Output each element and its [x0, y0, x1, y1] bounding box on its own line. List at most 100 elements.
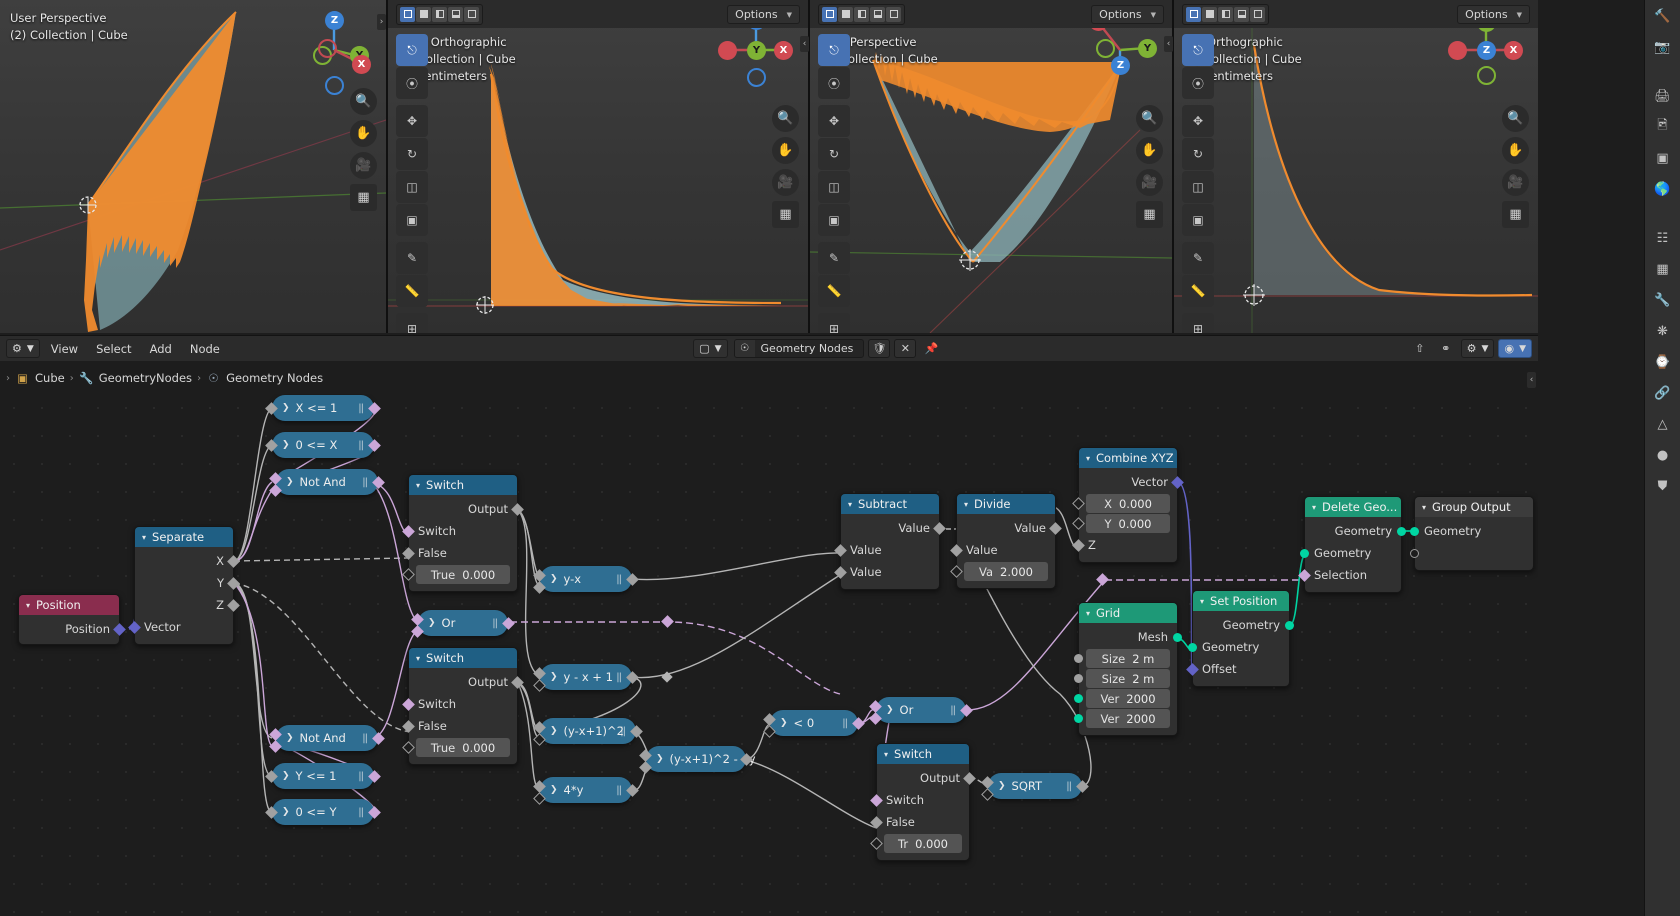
- socket-selection-in[interactable]: [1298, 569, 1311, 582]
- gizmo-axis-x[interactable]: X: [352, 55, 371, 74]
- pin-button[interactable]: 📌: [920, 339, 942, 358]
- grid-toggle-icon[interactable]: ▦: [350, 184, 377, 211]
- socket-geometry-out[interactable]: [1397, 527, 1406, 536]
- socket-out[interactable]: [626, 573, 639, 586]
- snap-magnet-button[interactable]: ⚭: [1435, 339, 1457, 358]
- edge-select-button[interactable]: [432, 6, 447, 22]
- object-mode-button[interactable]: [822, 6, 837, 22]
- material-icon[interactable]: ●: [1651, 444, 1675, 466]
- socket-verts-x-in[interactable]: [1074, 694, 1083, 703]
- cursor-tool[interactable]: ⦿: [818, 67, 850, 99]
- fake-user-shield-button[interactable]: 🛡: [868, 339, 891, 358]
- particles-icon[interactable]: ❋: [1651, 320, 1675, 342]
- socket-mesh-out[interactable]: [1173, 633, 1182, 642]
- node-subtract-header[interactable]: ▾ Subtract: [841, 494, 939, 514]
- gizmo-axis-z-neg[interactable]: [325, 76, 344, 95]
- socket-x-in[interactable]: [1072, 497, 1085, 510]
- socket-in-a[interactable]: [533, 667, 546, 680]
- socket-output[interactable]: [511, 503, 524, 516]
- pill-y-x-plus-1[interactable]: ❯ y - x + 1 ||: [533, 664, 639, 692]
- socket-in-b[interactable]: [269, 484, 282, 497]
- world-icon[interactable]: 🌎: [1651, 178, 1675, 200]
- transform-tool[interactable]: ▣: [396, 204, 428, 236]
- node-delete-geometry-header[interactable]: ▾ Delete Geo...: [1305, 497, 1401, 517]
- move-tool[interactable]: ✥: [1182, 105, 1214, 137]
- pill-0-le-y[interactable]: ❯ 0 <= Y ||: [265, 799, 381, 825]
- gizmo-axis-x[interactable]: X: [1504, 41, 1523, 60]
- socket-out[interactable]: [368, 770, 381, 783]
- socket-out[interactable]: [1076, 780, 1089, 793]
- socket-out[interactable]: [368, 402, 381, 415]
- viewport-4-toolbar[interactable]: ⎋ ⦿ ✥ ↻ ◫ ▣ ✎ 📏 ⊞: [1182, 34, 1214, 333]
- tool-icon[interactable]: 🔨: [1651, 5, 1675, 27]
- socket-out[interactable]: [372, 476, 385, 489]
- node-grid-size-x-field[interactable]: Size 2 m: [1074, 649, 1170, 668]
- socket-virtual-in[interactable]: [1410, 549, 1419, 558]
- pill-0-le-x[interactable]: ❯ 0 <= X ||: [265, 432, 381, 458]
- socket-in-b[interactable]: [533, 733, 546, 746]
- pan-hand-icon[interactable]: ✋: [772, 137, 799, 164]
- node-editor-canvas[interactable]: ❯ X <= 1 || ❯ 0 <= X || ❯ Not And || ❯ N…: [0, 394, 1538, 916]
- transform-tool[interactable]: ▣: [1182, 204, 1214, 236]
- socket-in-b[interactable]: [639, 761, 652, 774]
- cursor-tool[interactable]: ⦿: [1182, 67, 1214, 99]
- node-delete-geometry[interactable]: ▾ Delete Geo... Geometry Geometry Select…: [1298, 496, 1406, 593]
- zoom-icon[interactable]: 🔍: [1502, 105, 1529, 132]
- socket-geometry-in[interactable]: [1188, 643, 1197, 652]
- socket-true-in[interactable]: [870, 837, 883, 850]
- socket-in-b[interactable]: [981, 788, 994, 801]
- socket-out[interactable]: [630, 725, 643, 738]
- node-editor-sidebar-arrow[interactable]: ‹: [1527, 372, 1536, 388]
- viewport-4[interactable]: Options ▼ Top Orthographic (2) Collectio…: [1174, 0, 1538, 333]
- extra-select-button[interactable]: [464, 6, 479, 22]
- pan-hand-icon[interactable]: ✋: [1502, 137, 1529, 164]
- socket-out[interactable]: [372, 732, 385, 745]
- socket-output[interactable]: [963, 772, 976, 785]
- pill-not-and-2[interactable]: ❯ Not And ||: [269, 725, 385, 753]
- move-tool[interactable]: ✥: [396, 105, 428, 137]
- socket-vector-out[interactable]: [1171, 476, 1184, 489]
- node-switch-3-true-field[interactable]: Tr 0.000: [870, 834, 962, 853]
- gizmo-axis-y[interactable]: Y: [747, 41, 766, 60]
- pan-hand-icon[interactable]: ✋: [350, 120, 377, 147]
- view-layer-icon[interactable]: 🖻: [1651, 116, 1675, 138]
- gizmo-axis-x-neg[interactable]: [318, 39, 337, 58]
- pill-or-1[interactable]: ❯ Or ||: [411, 610, 515, 638]
- editor-type-selector[interactable]: ⚙ ▼: [6, 339, 40, 358]
- socket-out[interactable]: [368, 806, 381, 819]
- node-grid-verts-y-field[interactable]: Ver 2000: [1074, 709, 1170, 728]
- socket-geometry-in[interactable]: [1300, 549, 1309, 558]
- vertex-select-button[interactable]: [416, 6, 431, 22]
- node-tree-datablock[interactable]: ☉ Geometry Nodes: [733, 339, 865, 358]
- node-editor-header[interactable]: ⚙ ▼ View Select Add Node ▢ ▼ ☉ Geometry …: [0, 335, 1538, 361]
- socket-in-a[interactable]: [269, 728, 282, 741]
- extra-select-button[interactable]: [886, 6, 901, 22]
- node-combine-x-field[interactable]: X 0.000: [1072, 494, 1170, 513]
- socket-in-b[interactable]: [533, 792, 546, 805]
- pill-y-minus-x[interactable]: ❯ y-x ||: [533, 566, 639, 594]
- node-switch-3[interactable]: ▾ Switch Output Switch False Tr 0.000: [870, 743, 976, 861]
- printer-output-icon[interactable]: 🖨: [1651, 85, 1675, 107]
- socket-size-x-in[interactable]: [1074, 654, 1083, 663]
- properties-icon-rail[interactable]: 🔨 📷 🖨 🖻 ▣ 🌎 ☷ ▦ 🔧 ❋ ⌚ 🔗 △ ● ⛊: [1644, 0, 1680, 916]
- node-switch-2-true-field[interactable]: True 0.000: [402, 738, 510, 757]
- vertex-select-button[interactable]: [838, 6, 853, 22]
- viewport-2-mode-selector[interactable]: [396, 3, 483, 25]
- socket-out[interactable]: [626, 671, 639, 684]
- viewport-3[interactable]: Options ▼ User Perspective (2) Collectio…: [810, 0, 1172, 333]
- node-switch-1[interactable]: ▾ Switch Output Switch False True 0.000: [402, 474, 524, 592]
- node-position-header[interactable]: ▾ Position: [19, 595, 119, 615]
- vertex-select-button[interactable]: [1202, 6, 1217, 22]
- node-divide-value-field[interactable]: Va 2.000: [950, 562, 1048, 581]
- viewport-1-nav-gizmo[interactable]: Z Y X: [294, 8, 372, 95]
- socket-true-in[interactable]: [402, 568, 415, 581]
- socket-in-a[interactable]: [763, 713, 776, 726]
- object-properties-icon[interactable]: ▦: [1651, 258, 1675, 280]
- node-grid-verts-x-field[interactable]: Ver 2000: [1074, 689, 1170, 708]
- texture-icon[interactable]: ⛊: [1651, 475, 1675, 497]
- socket-size-y-in[interactable]: [1074, 674, 1083, 683]
- zoom-icon[interactable]: 🔍: [1136, 105, 1163, 132]
- viewport-4-mode-selector[interactable]: [1182, 3, 1269, 25]
- measure-tool[interactable]: 📏: [1182, 275, 1214, 307]
- gizmo-axis-x-neg[interactable]: [718, 41, 737, 60]
